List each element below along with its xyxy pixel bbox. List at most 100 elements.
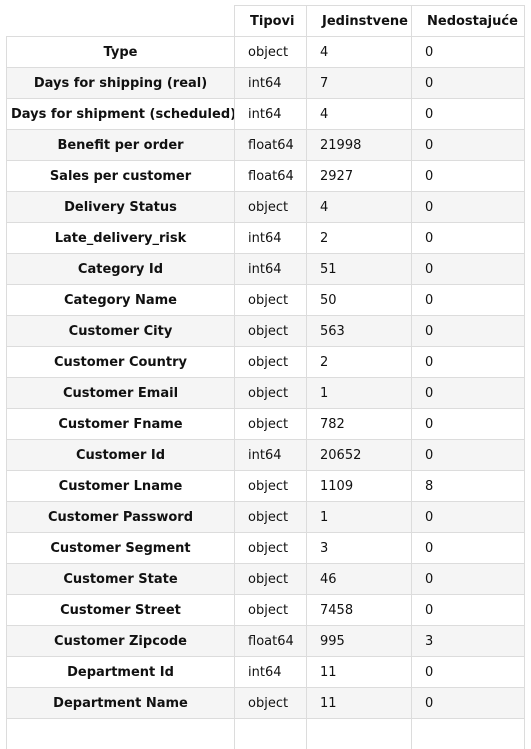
- table-row: [6, 718, 525, 749]
- row-label: Customer Zipcode: [6, 625, 235, 657]
- table-row: Customer Lname object 1109 8: [6, 470, 525, 502]
- cell-dtype: object: [234, 408, 307, 440]
- table-row: Customer Password object 1 0: [6, 501, 525, 533]
- cell-missing-count: 0: [411, 656, 525, 688]
- dataframe-viewer: Tipovi Jedinstvene Nedostajuće Type objec…: [0, 0, 531, 749]
- cell-missing-count: 0: [411, 98, 525, 130]
- table-row: Benefit per order float64 21998 0: [6, 129, 525, 161]
- cell-missing-count: 0: [411, 687, 525, 719]
- row-label: Category Name: [6, 284, 235, 316]
- row-label: Type: [6, 36, 235, 68]
- cell-unique-count: 11: [306, 656, 412, 688]
- cell-dtype: object: [234, 594, 307, 626]
- row-label: Late_delivery_risk: [6, 222, 235, 254]
- table-row: Customer Zipcode float64 995 3: [6, 625, 525, 657]
- row-label: Customer City: [6, 315, 235, 347]
- cell-missing-count: [411, 718, 525, 749]
- cell-missing-count: 0: [411, 284, 525, 316]
- cell-unique-count: 2: [306, 222, 412, 254]
- row-label: Customer Id: [6, 439, 235, 471]
- cell-dtype: int64: [234, 439, 307, 471]
- table-body: Type object 4 0 Days for shipping (real) int6…: [6, 36, 525, 749]
- cell-dtype: int64: [234, 67, 307, 99]
- row-label: Customer Country: [6, 346, 235, 378]
- cell-unique-count: 50: [306, 284, 412, 316]
- table-row: Type object 4 0: [6, 36, 525, 68]
- header-jedinstvene: Jedinstvene: [306, 5, 412, 37]
- cell-dtype: object: [234, 191, 307, 223]
- cell-unique-count: 4: [306, 191, 412, 223]
- table-row: Days for shipment (scheduled) int64 4 0: [6, 98, 525, 130]
- table-row: Customer Segment object 3 0: [6, 532, 525, 564]
- row-label: Customer Lname: [6, 470, 235, 502]
- cell-unique-count: 51: [306, 253, 412, 285]
- cell-unique-count: 2: [306, 346, 412, 378]
- cell-dtype: object: [234, 284, 307, 316]
- cell-dtype: object: [234, 532, 307, 564]
- row-label: Customer Street: [6, 594, 235, 626]
- cell-missing-count: 0: [411, 67, 525, 99]
- cell-unique-count: 7458: [306, 594, 412, 626]
- table-row: Customer Email object 1 0: [6, 377, 525, 409]
- cell-missing-count: 0: [411, 160, 525, 192]
- cell-missing-count: 8: [411, 470, 525, 502]
- cell-dtype: object: [234, 346, 307, 378]
- cell-dtype: int64: [234, 98, 307, 130]
- header-index-blank: [6, 5, 235, 37]
- cell-unique-count: 46: [306, 563, 412, 595]
- cell-missing-count: 0: [411, 594, 525, 626]
- cell-unique-count: 1: [306, 377, 412, 409]
- row-label: Sales per customer: [6, 160, 235, 192]
- row-label: Category Id: [6, 253, 235, 285]
- table-row: Customer City object 563 0: [6, 315, 525, 347]
- row-label: Customer Email: [6, 377, 235, 409]
- row-label: Customer Fname: [6, 408, 235, 440]
- cell-missing-count: 0: [411, 501, 525, 533]
- cell-unique-count: 7: [306, 67, 412, 99]
- row-label: Days for shipping (real): [6, 67, 235, 99]
- cell-unique-count: 4: [306, 36, 412, 68]
- row-label: Department Name: [6, 687, 235, 719]
- table-row: Late_delivery_risk int64 2 0: [6, 222, 525, 254]
- cell-dtype: float64: [234, 129, 307, 161]
- cell-missing-count: 0: [411, 532, 525, 564]
- cell-unique-count: 20652: [306, 439, 412, 471]
- header-tipovi: Tipovi: [234, 5, 307, 37]
- column-summary-table: Tipovi Jedinstvene Nedostajuće Type objec…: [6, 5, 525, 749]
- cell-missing-count: 0: [411, 36, 525, 68]
- cell-missing-count: 0: [411, 377, 525, 409]
- cell-dtype: object: [234, 470, 307, 502]
- cell-dtype: float64: [234, 160, 307, 192]
- table-row: Delivery Status object 4 0: [6, 191, 525, 223]
- cell-dtype: object: [234, 501, 307, 533]
- cell-unique-count: 2927: [306, 160, 412, 192]
- cell-dtype: [234, 718, 307, 749]
- table-row: Customer Street object 7458 0: [6, 594, 525, 626]
- cell-dtype: object: [234, 563, 307, 595]
- cell-dtype: object: [234, 687, 307, 719]
- cell-unique-count: 21998: [306, 129, 412, 161]
- cell-unique-count: 1109: [306, 470, 412, 502]
- cell-dtype: object: [234, 36, 307, 68]
- cell-dtype: object: [234, 315, 307, 347]
- table-row: Category Id int64 51 0: [6, 253, 525, 285]
- row-label: Customer Password: [6, 501, 235, 533]
- row-label: Customer Segment: [6, 532, 235, 564]
- cell-missing-count: 3: [411, 625, 525, 657]
- row-label: Customer State: [6, 563, 235, 595]
- cell-unique-count: 995: [306, 625, 412, 657]
- cell-dtype: float64: [234, 625, 307, 657]
- table-row: Category Name object 50 0: [6, 284, 525, 316]
- cell-missing-count: 0: [411, 191, 525, 223]
- table-row: Department Id int64 11 0: [6, 656, 525, 688]
- table-header: Tipovi Jedinstvene Nedostajuće: [6, 5, 525, 37]
- cell-dtype: object: [234, 377, 307, 409]
- cell-missing-count: 0: [411, 439, 525, 471]
- cell-missing-count: 0: [411, 408, 525, 440]
- table-row: Customer State object 46 0: [6, 563, 525, 595]
- table-row: Department Name object 11 0: [6, 687, 525, 719]
- cell-unique-count: 782: [306, 408, 412, 440]
- cell-unique-count: 1: [306, 501, 412, 533]
- header-row: Tipovi Jedinstvene Nedostajuće: [6, 5, 525, 37]
- cell-dtype: int64: [234, 222, 307, 254]
